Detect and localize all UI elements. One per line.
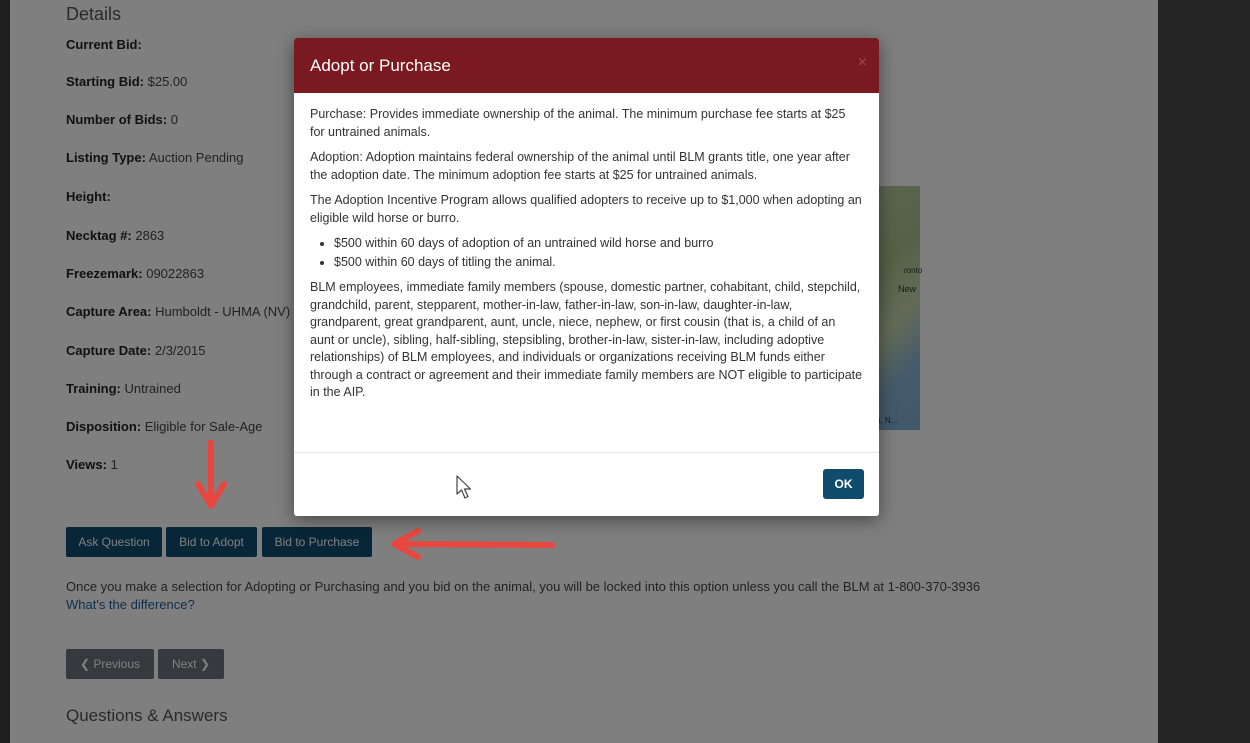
- list-item: $500 within 60 days of titling the anima…: [334, 254, 863, 272]
- eligibility-paragraph: BLM employees, immediate family members …: [310, 280, 863, 399]
- incentive-list: $500 within 60 days of adoption of an un…: [334, 235, 863, 271]
- list-item: $500 within 60 days of adoption of an un…: [334, 235, 863, 253]
- down-arrow-icon: [195, 440, 227, 509]
- modal-footer: OK: [294, 452, 879, 516]
- modal-title: Adopt or Purchase: [310, 56, 451, 75]
- mouse-cursor-icon: [456, 475, 472, 499]
- modal-body: Purchase: Provides immediate ownership o…: [294, 93, 879, 402]
- incentive-paragraph: The Adoption Incentive Program allows qu…: [310, 193, 862, 225]
- modal-header: Adopt or Purchase ×: [294, 38, 879, 93]
- adoption-paragraph: Adoption: Adoption maintains federal own…: [310, 150, 850, 182]
- ok-button[interactable]: OK: [823, 469, 864, 499]
- adopt-or-purchase-modal: Adopt or Purchase × Purchase: Provides i…: [294, 38, 879, 516]
- left-arrow-icon: [391, 528, 555, 560]
- close-icon[interactable]: ×: [858, 55, 867, 71]
- purchase-paragraph: Purchase: Provides immediate ownership o…: [310, 107, 846, 139]
